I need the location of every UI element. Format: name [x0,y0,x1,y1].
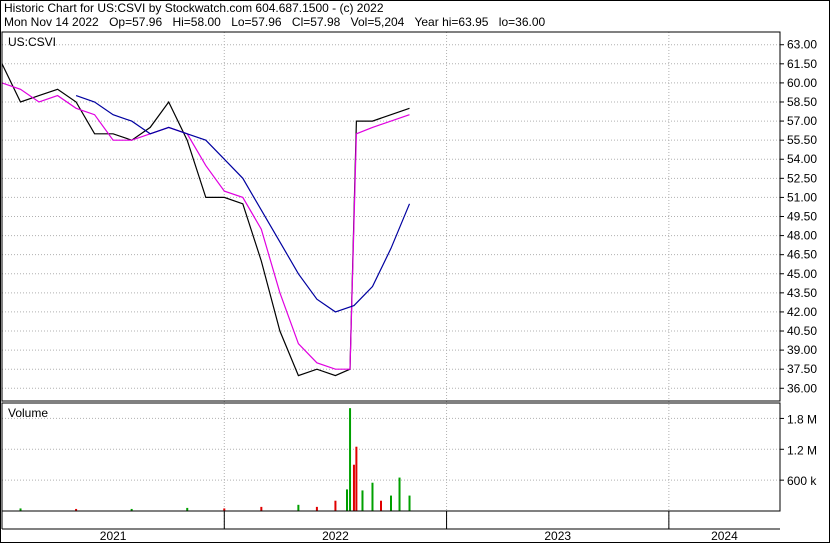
volume-bar [315,506,318,511]
price-lines [1,63,411,377]
volume-bar [408,495,411,511]
x-axis-year-label: 2024 [711,529,738,543]
price-tick-label: 37.50 [787,362,817,376]
price-tick-label: 36.00 [787,381,817,395]
short-moving-average-line [1,82,410,370]
stock-chart: 63.00 61.50 60.00 58.50 57.00 55.50 54.00 52.50… [0,0,830,543]
volume-panel-frame [1,402,781,512]
volume-bar [355,446,358,511]
volume-tick-label: 1.8 M [787,412,817,426]
price-tick-label: 57.00 [787,114,817,128]
price-panel-frame [1,31,781,402]
volume-bar [345,489,348,511]
volume-bar [371,482,374,511]
volume-tick-label: 1.2 M [787,443,817,457]
outer-frame [0,0,830,543]
volume-bar [352,464,355,511]
x-axis-year-label: 2022 [322,529,349,543]
volume-bar [361,490,364,511]
volume-bar [297,504,300,511]
price-tick-label: 58.50 [787,95,817,109]
price-tick-label: 63.00 [787,38,817,52]
price-tick-label: 46.50 [787,248,817,262]
volume-bar [260,506,263,511]
volume-bar [349,408,352,511]
volume-bar [334,500,337,511]
x-axis-year-label: 2021 [100,529,127,543]
price-tick-label: 60.00 [787,76,817,90]
symbol-label: US:CSVI [8,35,56,49]
price-line [1,63,410,377]
price-tick-label: 49.50 [787,210,817,224]
volume-bars [19,408,411,511]
price-tick-label: 51.00 [787,190,817,204]
chart-frames [0,0,830,543]
chart-labels: 63.00 61.50 60.00 58.50 57.00 55.50 54.00 52.50… [8,35,817,543]
volume-grid [2,417,784,481]
price-tick-label: 55.50 [787,133,817,147]
price-tick-label: 61.50 [787,57,817,71]
volume-tick-label: 600 k [787,474,817,488]
volume-label: Volume [8,406,48,420]
price-tick-label: 45.00 [787,267,817,281]
price-tick-label: 52.50 [787,171,817,185]
price-tick-label: 42.00 [787,305,817,319]
volume-bar [390,495,392,511]
volume-bar [380,500,383,511]
volume-bar [398,477,401,511]
price-tick-label: 54.00 [787,152,817,166]
x-axis-year-label: 2023 [544,529,571,543]
price-grid [2,44,784,389]
price-tick-label: 39.00 [787,343,817,357]
price-tick-label: 40.50 [787,324,817,338]
price-tick-label: 48.00 [787,229,817,243]
price-tick-label: 43.50 [787,286,817,300]
